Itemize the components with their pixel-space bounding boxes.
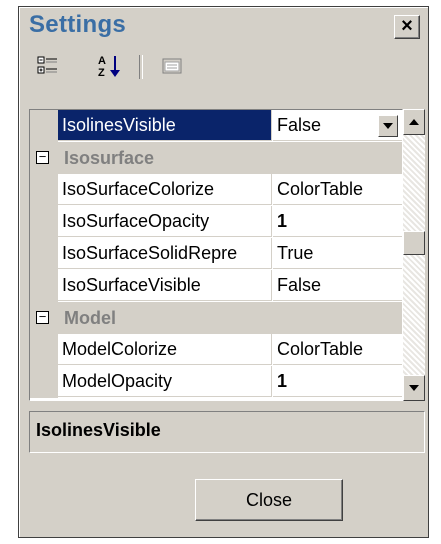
description-panel: IsolinesVisible [29,411,425,453]
row-gutter [30,270,58,302]
arrow-down-icon [409,385,419,391]
chevron-down-icon [383,123,393,129]
property-name[interactable]: IsoSurfaceColorize [58,174,272,205]
arrow-up-icon [409,119,419,125]
row-gutter [30,110,58,142]
property-name[interactable]: IsoSurfaceOpacity [58,206,272,237]
property-value[interactable]: False [273,110,402,141]
property-name[interactable]: IsolinesVisible [58,110,272,141]
description-title: IsolinesVisible [36,420,161,440]
row-gutter [30,206,58,238]
property-row-isosurface-opacity[interactable]: IsoSurfaceOpacity 1 [30,206,402,238]
row-gutter [30,174,58,206]
row-gutter [30,334,58,366]
property-name[interactable]: ModelColorize [58,334,272,365]
collapse-toggle-icon[interactable]: − [36,150,49,164]
property-pages-button[interactable] [157,51,187,81]
property-grid[interactable]: IsolinesVisible False − Isosurface IsoSu… [29,109,403,401]
property-value[interactable]: 1 [273,206,402,237]
toolbar-separator [139,55,143,79]
property-name[interactable]: IsoSurfaceVisible [58,270,272,301]
category-label: Model [64,308,116,328]
row-gutter [30,238,58,270]
property-value[interactable]: True [273,238,402,269]
category-row-isosurface[interactable]: − Isosurface [30,142,402,174]
property-value[interactable]: False [273,270,402,301]
property-value[interactable]: 1 [273,366,402,397]
property-row-isosurface-visible[interactable]: IsoSurfaceVisible False [30,270,402,302]
property-row-isosurface-colorize[interactable]: IsoSurfaceColorize ColorTable [30,174,402,206]
categorized-icon [37,56,57,74]
property-value-text: False [277,115,322,135]
property-name[interactable]: IsoSurfaceSolidRepre [58,238,272,269]
svg-text:Z: Z [98,67,105,79]
property-row-model-colorize[interactable]: ModelColorize ColorTable [30,334,402,366]
categorized-button[interactable] [33,51,63,81]
close-window-button[interactable]: × [394,15,420,39]
vertical-scrollbar[interactable] [403,109,425,401]
collapse-toggle-icon[interactable]: − [36,310,49,324]
property-name[interactable]: ModelOpacity [58,366,272,397]
toolbar: A Z [29,51,424,85]
row-gutter [30,366,58,398]
category-label: Isosurface [64,148,155,168]
title-bar[interactable]: Settings × [19,7,428,47]
window-title: Settings [29,11,127,38]
settings-window: Settings × A Z IsolinesVisible False − I… [18,6,429,538]
scroll-up-button[interactable] [403,109,425,135]
property-row-isolines-visible[interactable]: IsolinesVisible False [30,110,402,142]
alphabetical-sort-icon: A Z [98,55,120,79]
category-row-model[interactable]: − Model [30,302,402,334]
close-button[interactable]: Close [195,479,343,521]
property-value[interactable]: ColorTable [273,174,402,205]
svg-text:A: A [98,55,106,67]
property-value[interactable]: ColorTable [273,334,402,365]
value-dropdown-button[interactable] [378,115,398,137]
scrollbar-thumb[interactable] [403,231,425,255]
property-row-model-opacity[interactable]: ModelOpacity 1 [30,366,402,398]
property-pages-icon [162,58,182,74]
property-row-isosurface-solid-repre[interactable]: IsoSurfaceSolidRepre True [30,238,402,270]
scroll-down-button[interactable] [403,375,425,401]
alphabetical-button[interactable]: A Z [95,51,125,81]
